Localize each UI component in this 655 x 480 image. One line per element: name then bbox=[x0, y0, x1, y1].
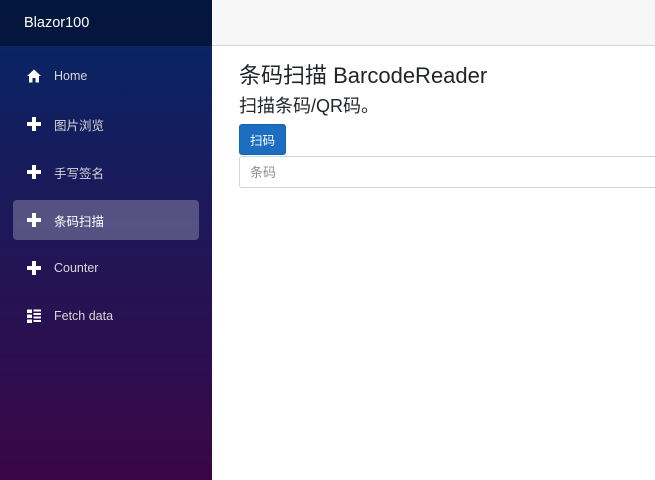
home-icon bbox=[26, 68, 42, 84]
sidebar-item-counter[interactable]: Counter bbox=[13, 248, 199, 288]
sidebar-item-label: 图片浏览 bbox=[54, 118, 105, 133]
list-icon bbox=[26, 308, 42, 324]
brand-link[interactable]: Blazor100 bbox=[24, 15, 89, 31]
barcode-input[interactable] bbox=[239, 156, 655, 188]
brand-bar: Blazor100 bbox=[0, 0, 212, 46]
plus-icon bbox=[26, 260, 42, 276]
scan-button[interactable]: 扫码 bbox=[239, 124, 287, 155]
sidebar-item-label: Counter bbox=[54, 261, 99, 275]
sidebar-item-label: 条码扫描 bbox=[54, 214, 105, 229]
plus-icon bbox=[26, 116, 42, 132]
sidebar-item-label: 手写签名 bbox=[54, 166, 105, 181]
sidebar-item-barcode-scan[interactable]: 条码扫描 bbox=[13, 200, 199, 240]
plus-icon bbox=[26, 212, 42, 228]
sidebar-item-fetch-data[interactable]: Fetch data bbox=[13, 296, 199, 336]
main-content: 条码扫描 BarcodeReader 扫描条码/QR码。 扫码 bbox=[239, 62, 655, 188]
sidebar-item-label: Home bbox=[54, 69, 88, 83]
sidebar-item-signature[interactable]: 手写签名 bbox=[13, 152, 199, 192]
plus-icon bbox=[26, 164, 42, 180]
nav-menu: Home 图片浏览 手写签名 条码扫描 Counter Fetch data bbox=[0, 46, 212, 336]
sidebar: Blazor100 Home 图片浏览 手写签名 条码扫描 Counter Fe… bbox=[0, 0, 212, 480]
top-row bbox=[212, 0, 655, 46]
page-subtitle: 扫描条码/QR码。 bbox=[239, 96, 380, 116]
page-title: 条码扫描 BarcodeReader bbox=[239, 63, 488, 88]
sidebar-item-home[interactable]: Home bbox=[13, 56, 199, 96]
sidebar-item-image-browse[interactable]: 图片浏览 bbox=[13, 104, 199, 144]
sidebar-item-label: Fetch data bbox=[54, 309, 114, 323]
